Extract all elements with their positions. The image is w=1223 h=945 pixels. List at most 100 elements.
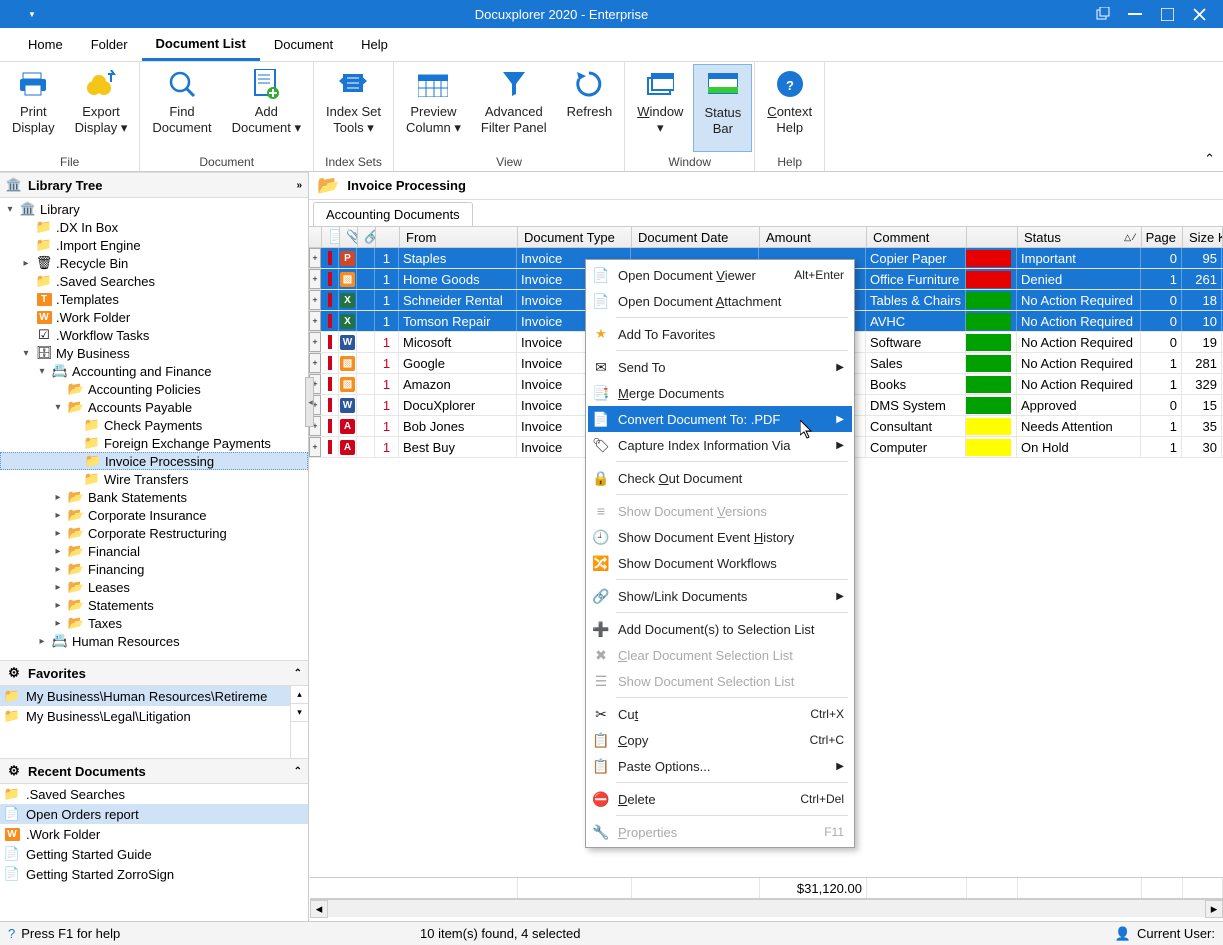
col-date[interactable]: Document Date [632,227,760,247]
tree-node[interactable]: ☑.Workflow Tasks [0,326,308,344]
maximize-icon[interactable] [1155,2,1179,26]
ctx-add-to-favorites[interactable]: ★Add To Favorites [588,321,852,347]
favorite-item[interactable]: 📁My Business\Legal\Litigation [0,706,290,726]
ctx-cut[interactable]: ✂CutCtrl+X [588,701,852,727]
col-attach[interactable]: 📎 [340,227,358,247]
ribbon-collapse-icon[interactable]: ⌃ [1204,151,1215,167]
expand-icon[interactable]: + [309,437,321,457]
col-pages[interactable]: Page [1142,227,1183,247]
tree-twisty-icon[interactable]: ▸ [20,258,32,269]
expand-icon[interactable]: + [309,248,321,268]
ctx-open-document-viewer[interactable]: 📄Open Document ViewerAlt+Enter [588,262,852,288]
ribbon-add-doc-button[interactable]: AddDocument ▾ [222,64,311,152]
tree-twisty-icon[interactable]: ▸ [52,492,64,503]
ribbon-calendar-button[interactable]: PreviewColumn ▾ [396,64,471,152]
library-tree-header[interactable]: 🏛️ Library Tree » [0,172,308,198]
ribbon-tags-button[interactable]: Index SetTools ▾ [316,64,391,152]
recent-item[interactable]: 📄Getting Started ZorroSign [0,864,308,884]
tree-node[interactable]: 📁Foreign Exchange Payments [0,434,308,452]
minimize-icon[interactable] [1123,2,1147,26]
library-tree[interactable]: ▾🏛️Library📁.DX In Box📁.Import Engine▸🗑.R… [0,198,308,660]
ctx-send-to[interactable]: ✉Send To▶ [588,354,852,380]
tree-node[interactable]: 📁Wire Transfers [0,470,308,488]
tree-twisty-icon[interactable]: ▸ [52,618,64,629]
close-icon[interactable] [1187,2,1211,26]
favorites-list[interactable]: 📁My Business\Human Resources\Retireme📁My… [0,686,290,758]
tree-twisty-icon[interactable]: ▸ [52,510,64,521]
grid-header[interactable]: 📄 📎 🔗 From Document Type Document Date A… [309,226,1223,248]
ctx-copy[interactable]: 📋CopyCtrl+C [588,727,852,753]
ctx-check-out-document[interactable]: 🔒Check Out Document [588,465,852,491]
indexset-tab[interactable]: Accounting Documents [313,202,473,226]
tree-node[interactable]: ▸📂Bank Statements [0,488,308,506]
tree-node[interactable]: ▾🗄My Business [0,344,308,362]
menu-tab-document[interactable]: Document [260,30,347,59]
menu-tab-folder[interactable]: Folder [77,30,142,59]
tree-twisty-icon[interactable]: ▾ [52,402,64,413]
recent-item[interactable]: 📄Getting Started Guide [0,844,308,864]
tree-node[interactable]: 📂Accounting Policies [0,380,308,398]
win-restore-small-icon[interactable] [1091,2,1115,26]
tree-node[interactable]: ▸📂Corporate Restructuring [0,524,308,542]
recent-item[interactable]: W.Work Folder [0,824,308,844]
tree-twisty-icon[interactable]: ▸ [52,582,64,593]
tree-twisty-icon[interactable]: ▸ [52,528,64,539]
favorites-header[interactable]: ⚙ Favorites ⌃ [0,660,308,686]
ctx-merge-documents[interactable]: 📑Merge Documents [588,380,852,406]
menu-tab-home[interactable]: Home [14,30,77,59]
ctx-open-document-attachment[interactable]: 📄Open Document Attachment [588,288,852,314]
tree-twisty-icon[interactable]: ▸ [52,564,64,575]
tree-node[interactable]: T.Templates [0,290,308,308]
col-from[interactable]: From [400,227,518,247]
tree-node[interactable]: 📁Check Payments [0,416,308,434]
ribbon-status-bar-button[interactable]: StatusBar [693,64,752,152]
recent-item[interactable]: 📁.Saved Searches [0,784,308,804]
qat-dropdown-icon[interactable]: ▼ [28,10,36,19]
recent-list[interactable]: 📁.Saved Searches📄Open Orders reportW.Wor… [0,784,308,921]
ctx-paste-options[interactable]: 📋Paste Options...▶ [588,753,852,779]
tree-node[interactable]: ▸📂Leases [0,578,308,596]
ribbon-funnel-button[interactable]: AdvancedFilter Panel [471,64,557,152]
favorite-item[interactable]: 📁My Business\Human Resources\Retireme [0,686,290,706]
recent-item[interactable]: 📄Open Orders report [0,804,308,824]
tree-node[interactable]: 📁.DX In Box [0,218,308,236]
tree-node[interactable]: ▸📂Corporate Insurance [0,506,308,524]
tree-node[interactable]: ▸📂Taxes [0,614,308,632]
tree-node[interactable]: ▸🗑.Recycle Bin [0,254,308,272]
horizontal-scrollbar[interactable]: ◂▸ [310,899,1223,917]
expand-icon[interactable]: + [309,353,321,373]
col-comment[interactable]: Comment [867,227,967,247]
ribbon-printer-button[interactable]: PrintDisplay [2,64,65,152]
tree-node[interactable]: 📁.Saved Searches [0,272,308,290]
tree-node[interactable]: 📁Invoice Processing [0,452,308,470]
col-type[interactable]: Document Type [518,227,632,247]
expand-icon[interactable]: + [309,311,321,331]
col-amount[interactable]: Amount [760,227,867,247]
expand-icon[interactable]: + [309,269,321,289]
tree-node[interactable]: ▾🏛️Library [0,200,308,218]
tree-node[interactable]: W.Work Folder [0,308,308,326]
expand-icon[interactable]: + [309,290,321,310]
ribbon-windows-button[interactable]: Window▾ [627,64,693,152]
ribbon-export-button[interactable]: ExportDisplay ▾ [65,64,138,152]
tree-node[interactable]: ▸📂Financing [0,560,308,578]
recent-header[interactable]: ⚙ Recent Documents ⌃ [0,758,308,784]
tree-node[interactable]: 📁.Import Engine [0,236,308,254]
menu-tab-help[interactable]: Help [347,30,402,59]
collapse-icon[interactable]: ⌃ [294,766,302,777]
collapse-icon[interactable]: ⌃ [294,668,302,679]
tree-node[interactable]: ▸📇Human Resources [0,632,308,650]
help-icon[interactable]: ? [8,926,15,941]
tree-node[interactable]: ▸📂Financial [0,542,308,560]
tree-twisty-icon[interactable]: ▸ [52,600,64,611]
tree-node[interactable]: ▾📇Accounting and Finance [0,362,308,380]
col-size[interactable]: Size Kb [1183,227,1223,247]
collapse-icon[interactable]: » [296,180,302,191]
menu-tab-document-list[interactable]: Document List [142,29,260,61]
ctx-add-document-s-to-selection-list[interactable]: ➕Add Document(s) to Selection List [588,616,852,642]
ribbon-refresh-button[interactable]: Refresh [557,64,623,152]
tree-twisty-icon[interactable]: ▾ [20,348,32,359]
col-link[interactable]: 🔗 [358,227,376,247]
splitter-handle[interactable]: ◂ [305,377,314,427]
tree-node[interactable]: ▸📂Statements [0,596,308,614]
